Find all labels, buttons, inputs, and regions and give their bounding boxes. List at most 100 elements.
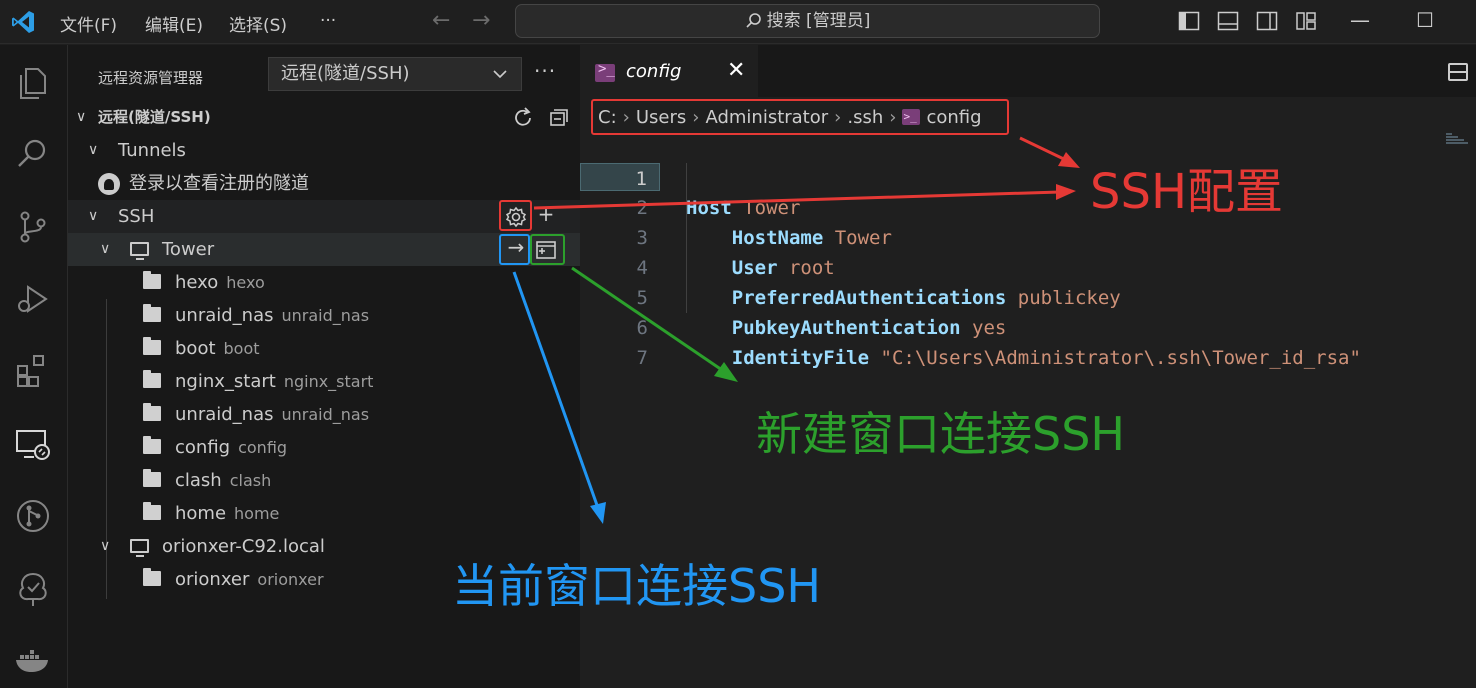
chevron-down-icon: ∨ <box>100 241 111 257</box>
code-key: Host <box>686 197 732 219</box>
customize-layout-icon[interactable] <box>1295 10 1317 32</box>
tree-item-tunnels-signin[interactable]: 登录以查看注册的隧道 <box>68 167 580 200</box>
ssh-label: SSH <box>118 206 155 227</box>
minimize-button[interactable]: — <box>1350 8 1370 32</box>
toggle-primary-sidebar-icon[interactable] <box>1178 10 1200 32</box>
code-line: 5 PubkeyAuthentication yes <box>580 253 1007 339</box>
chevron-down-icon: ∨ <box>76 109 87 125</box>
menu-more[interactable]: ··· <box>320 11 336 31</box>
run-debug-icon[interactable] <box>14 280 52 318</box>
tab-config[interactable]: >_ config ✕ <box>580 45 758 97</box>
folder-name: config <box>175 437 231 458</box>
refresh-icon[interactable] <box>508 103 538 133</box>
tab-label: config <box>626 61 682 82</box>
current-window-highlight <box>499 234 530 265</box>
sidebar-title: 远程资源管理器 <box>98 69 204 87</box>
docker-icon[interactable] <box>14 640 52 678</box>
explorer-icon[interactable] <box>14 65 52 103</box>
host-name: orionxer-C92.local <box>162 536 325 557</box>
remote-type-select[interactable]: 远程(隧道/SSH) <box>268 57 522 91</box>
git-graph-icon[interactable] <box>14 497 52 535</box>
code-value: publickey <box>1017 287 1121 309</box>
annotation-ssh-config: SSH配置 <box>1090 164 1284 220</box>
vscode-logo-icon <box>12 11 34 33</box>
annotation-current-window: 当前窗口连接SSH <box>452 559 821 613</box>
chevron-down-icon: ∨ <box>88 142 99 158</box>
folder-description: home <box>234 504 280 523</box>
annotation-new-window: 新建窗口连接SSH <box>756 407 1125 461</box>
tree-item-folder[interactable]: hexo hexo <box>68 266 580 299</box>
extensions-icon[interactable] <box>14 352 52 390</box>
code-value: root <box>788 257 835 279</box>
ssh-config-file-icon: >_ <box>595 61 615 82</box>
tree-item-folder[interactable]: clash clash <box>68 464 580 497</box>
folder-name: boot <box>175 338 216 359</box>
chevron-down-icon: ∨ <box>100 538 111 554</box>
remote-type-select-value: 远程(隧道/SSH) <box>281 63 410 84</box>
tree-item-folder[interactable]: unraid_nas unraid_nas <box>68 398 580 431</box>
add-ssh-host-icon[interactable]: + <box>531 200 561 230</box>
minimap[interactable] <box>1446 133 1472 147</box>
more-actions-button[interactable]: ··· <box>534 59 556 83</box>
folder-name: clash <box>175 470 222 491</box>
code-line: 2 HostName Tower <box>580 163 892 249</box>
tree-item-tunnels[interactable]: ∨ Tunnels <box>68 134 580 167</box>
menu-selection[interactable]: 选择(S) <box>229 11 287 36</box>
folder-description: hexo <box>226 273 265 292</box>
collapse-all-icon[interactable] <box>544 103 574 133</box>
close-icon[interactable]: ✕ <box>727 58 745 83</box>
folder-name: nginx_start <box>175 371 276 392</box>
gear-highlight <box>499 200 532 231</box>
folder-description: clash <box>229 471 272 490</box>
folder-name: home <box>175 503 227 524</box>
folder-icon <box>143 337 161 355</box>
folder-icon <box>143 436 161 454</box>
code-value: Tower <box>743 197 801 219</box>
source-control-icon[interactable] <box>14 208 52 246</box>
tree-item-folder[interactable]: config config <box>68 431 580 464</box>
tree-item-folder[interactable]: home home <box>68 497 580 530</box>
folder-icon <box>143 469 161 487</box>
folder-description: config <box>238 438 288 457</box>
search-icon <box>746 13 761 28</box>
code-value: "C:\Users\Administrator\.ssh\Tower_id_rs… <box>880 347 1361 369</box>
folder-icon <box>143 502 161 520</box>
title-bar: 文件(F) 编辑(E) 选择(S) ··· ← → 搜索 [管理员] — ☐ <box>0 0 1476 44</box>
code-key: HostName <box>731 227 824 249</box>
search-label: 搜索 [管理员] <box>766 11 871 31</box>
tree-item-folder[interactable]: nginx_start nginx_start <box>68 365 580 398</box>
activity-bar <box>0 45 68 688</box>
menu-file[interactable]: 文件(F) <box>60 11 117 36</box>
maximize-button[interactable]: ☐ <box>1416 8 1434 32</box>
menu-edit[interactable]: 编辑(E) <box>145 11 203 36</box>
new-window-highlight <box>530 234 565 265</box>
toggle-secondary-sidebar-icon[interactable] <box>1256 10 1278 32</box>
command-search-input[interactable]: 搜索 [管理员] <box>515 4 1100 38</box>
folder-icon <box>143 568 161 586</box>
tree-item-folder[interactable]: unraid_nas unraid_nas <box>68 299 580 332</box>
toggle-panel-icon[interactable] <box>1217 10 1239 32</box>
folder-icon <box>143 304 161 322</box>
testing-tree-icon[interactable] <box>14 570 52 608</box>
remote-explorer-icon[interactable] <box>14 425 52 463</box>
forward-arrow-icon[interactable]: → <box>472 8 490 33</box>
section-header-remote[interactable]: ∨ 远程(隧道/SSH) <box>68 101 580 134</box>
tree-item-folder[interactable]: boot boot <box>68 332 580 365</box>
folder-icon <box>143 271 161 289</box>
back-arrow-icon[interactable]: ← <box>432 8 450 33</box>
host-name: Tower <box>162 239 215 260</box>
tunnels-label: Tunnels <box>118 140 186 161</box>
monitor-icon <box>130 242 149 260</box>
code-line: 1 Host Tower <box>580 133 800 219</box>
folder-icon <box>143 403 161 421</box>
code-key: PreferredAuthentications <box>731 287 1007 309</box>
search-icon[interactable] <box>14 135 52 173</box>
folder-description: unraid_nas <box>281 405 370 424</box>
folder-description: nginx_start <box>283 372 374 391</box>
code-value: yes <box>972 317 1007 339</box>
ssh-config-highlight <box>591 99 1009 135</box>
split-editor-icon[interactable] <box>1448 63 1468 81</box>
